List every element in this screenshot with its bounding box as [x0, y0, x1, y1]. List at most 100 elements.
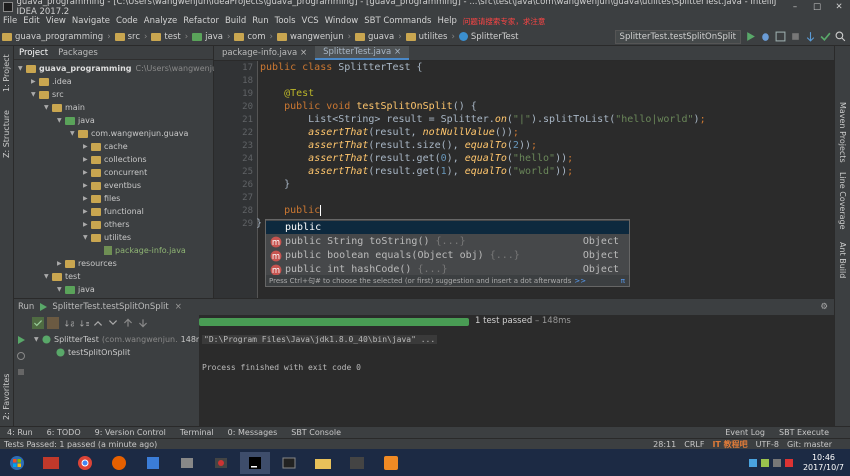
tray-icon[interactable]: [748, 458, 757, 467]
breadcrumb-test[interactable]: test: [149, 32, 182, 42]
caret-position[interactable]: 28:11: [649, 440, 680, 449]
vcs-commit-icon[interactable]: [820, 31, 831, 42]
test-case-row[interactable]: testSplitOnSplit: [56, 346, 130, 359]
project-tool-button[interactable]: 1: Project: [2, 54, 11, 92]
expanded-arrow-icon[interactable]: ▼: [57, 283, 65, 296]
expanded-arrow-icon[interactable]: ▼: [83, 231, 91, 244]
tool-terminal[interactable]: Terminal: [173, 428, 221, 437]
menu-refactor[interactable]: Refactor: [180, 16, 222, 26]
recorder-app-icon[interactable]: [206, 452, 236, 474]
tray-icon[interactable]: [784, 458, 793, 467]
explorer-app-icon[interactable]: [138, 452, 168, 474]
prev-failed-icon[interactable]: [122, 317, 134, 329]
run-config-select[interactable]: SplitterTest.testSplitOnSplit: [614, 29, 741, 44]
menu-build[interactable]: Build: [222, 16, 249, 26]
start-button[interactable]: [2, 452, 32, 474]
breadcrumb-guava[interactable]: guava: [353, 32, 396, 42]
expanded-arrow-icon[interactable]: ▼: [70, 127, 78, 140]
completion-item[interactable]: public: [266, 221, 629, 234]
menu-sbt-commands[interactable]: SBT Commands: [361, 16, 434, 26]
run-icon[interactable]: [745, 31, 756, 42]
run-config-name[interactable]: SplitterTest.testSplitOnSplit: [48, 302, 172, 312]
collapsed-arrow-icon[interactable]: ▶: [83, 166, 91, 179]
intellij-taskbar-icon[interactable]: [240, 451, 270, 474]
git-branch[interactable]: Git: master: [783, 440, 850, 449]
passed-filter-icon[interactable]: [32, 317, 44, 329]
project-tree-item[interactable]: ▼ java: [57, 114, 95, 127]
completion-item[interactable]: m public String toString() {...} Object: [266, 235, 629, 248]
taskbar-app-icon[interactable]: [36, 452, 66, 474]
file-encoding[interactable]: UTF-8: [752, 440, 783, 449]
chrome-icon[interactable]: [70, 452, 100, 474]
breadcrumb-wangwenjun[interactable]: wangwenjun: [275, 32, 346, 42]
sort-duration-icon[interactable]: ↓≡: [77, 317, 89, 329]
firefox-icon[interactable]: [104, 452, 134, 474]
expanded-arrow-icon[interactable]: ▼: [18, 62, 26, 75]
maximize-button[interactable]: □: [806, 2, 828, 12]
completion-pi-link[interactable]: π: [621, 277, 625, 285]
tool-sbt-console[interactable]: SBT Console: [284, 428, 348, 437]
breadcrumb-java[interactable]: java: [190, 32, 225, 42]
breadcrumb-project[interactable]: guava_programming: [0, 32, 105, 42]
tab-packages[interactable]: Packages: [53, 48, 103, 58]
tool-version-control[interactable]: 9: Version Control: [88, 428, 173, 437]
pdf-app-icon[interactable]: [342, 452, 372, 474]
project-tree-item[interactable]: ▶ concurrent: [83, 166, 147, 179]
media-app-icon[interactable]: [172, 452, 202, 474]
line-coverage-tool-button[interactable]: Line Coverage: [838, 172, 847, 230]
collapsed-arrow-icon[interactable]: ▶: [31, 75, 39, 88]
menu-help[interactable]: Help: [434, 16, 459, 26]
stop-icon[interactable]: [790, 31, 801, 42]
favorites-tool-button[interactable]: 2: Favorites: [2, 374, 11, 420]
menu-code[interactable]: Code: [113, 16, 141, 26]
collapse-all-icon[interactable]: [107, 317, 119, 329]
collapsed-arrow-icon[interactable]: ▶: [83, 179, 91, 192]
rerun-icon[interactable]: [16, 335, 26, 345]
collapsed-arrow-icon[interactable]: ▶: [57, 257, 65, 270]
terminal-app-icon[interactable]: [274, 452, 304, 474]
collapsed-arrow-icon[interactable]: ▶: [83, 205, 91, 218]
menu-run[interactable]: Run: [249, 16, 271, 26]
vcs-update-icon[interactable]: [805, 31, 816, 42]
tab-splittertest[interactable]: SplitterTest.java ×: [315, 46, 410, 60]
menu-tools[interactable]: Tools: [272, 16, 299, 26]
next-failed-icon[interactable]: [137, 317, 149, 329]
search-icon[interactable]: [835, 31, 846, 42]
tab-project[interactable]: Project: [14, 48, 53, 58]
project-tree-item[interactable]: ▶ functional: [83, 205, 144, 218]
project-tree-item[interactable]: ▼ guava_programming C:\Users\wangwenjun\Id…: [18, 62, 237, 75]
project-tree-item[interactable]: ▶ eventbus: [83, 179, 141, 192]
collapsed-arrow-icon[interactable]: ▶: [83, 140, 91, 153]
test-suite-row[interactable]: ▼ SplitterTest (com.wangwenjun. 148ms: [34, 333, 208, 346]
project-tree-item[interactable]: ▶ cache: [83, 140, 128, 153]
ignored-filter-icon[interactable]: [47, 317, 59, 329]
menu-window[interactable]: Window: [322, 16, 362, 26]
close-button[interactable]: ✕: [828, 2, 850, 12]
completion-footer-link[interactable]: >>: [574, 277, 586, 285]
expanded-arrow-icon[interactable]: ▼: [44, 101, 52, 114]
project-tree-item[interactable]: ▶ .idea: [31, 75, 72, 88]
menu-vcs[interactable]: VCS: [299, 16, 322, 26]
breadcrumb-src[interactable]: src: [113, 32, 142, 42]
menu-navigate[interactable]: Navigate: [69, 16, 113, 26]
project-tree-item[interactable]: ▼ main: [44, 101, 85, 114]
breadcrumb-utilites[interactable]: utilites: [404, 32, 450, 42]
tool-event-log[interactable]: Event Log: [718, 428, 772, 437]
menu-analyze[interactable]: Analyze: [141, 16, 181, 26]
structure-tool-button[interactable]: Z: Structure: [2, 110, 11, 158]
console-output[interactable]: "D:\Program Files\Java\jdk1.8.0_40\bin\j…: [199, 331, 834, 426]
sort-alpha-icon[interactable]: ↓a: [62, 317, 74, 329]
expanded-arrow-icon[interactable]: ▼: [44, 270, 52, 283]
debug-icon[interactable]: [760, 31, 771, 42]
project-tree-item[interactable]: ▶ files: [83, 192, 120, 205]
tab-package-info[interactable]: package-info.java ×: [214, 46, 315, 60]
ant-build-tool-button[interactable]: Ant Build: [838, 242, 847, 278]
gear-icon[interactable]: ⚙: [820, 302, 828, 312]
minimize-button[interactable]: –: [784, 2, 806, 12]
folder-app-icon[interactable]: [308, 452, 338, 474]
rerun-failed-icon[interactable]: [16, 351, 26, 361]
breadcrumb-com[interactable]: com: [232, 32, 267, 42]
presentation-app-icon[interactable]: [376, 452, 406, 474]
project-tree-item[interactable]: ▶ resources: [57, 257, 117, 270]
close-run-tab-icon[interactable]: ×: [173, 302, 184, 312]
